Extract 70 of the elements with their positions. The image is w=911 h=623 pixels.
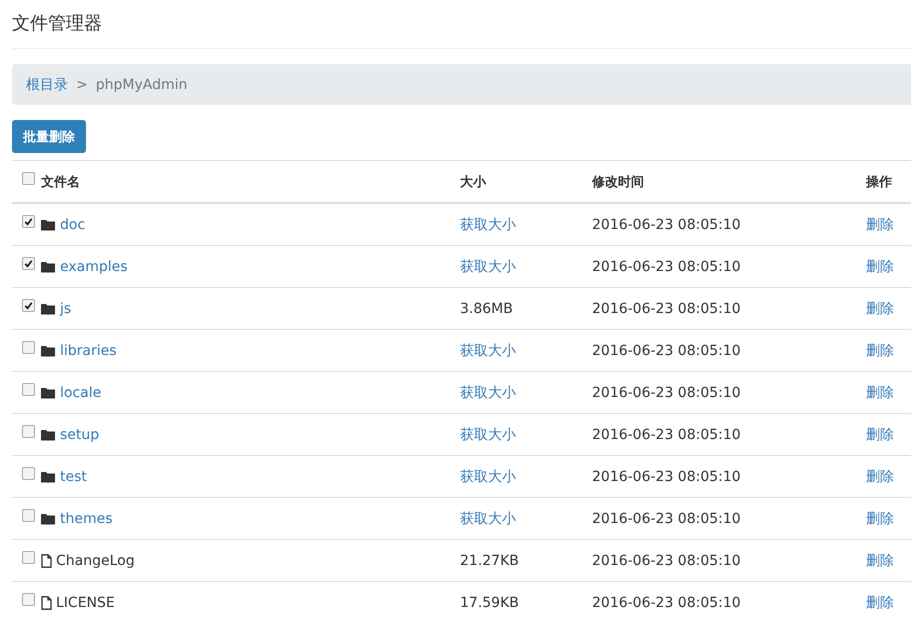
get-size-link[interactable]: 获取大小 xyxy=(460,258,516,274)
column-header: 大小 xyxy=(460,174,486,190)
folder-link[interactable]: examples xyxy=(60,258,128,274)
row-checkbox[interactable] xyxy=(22,551,35,564)
modified-time: 2016-06-23 08:05:10 xyxy=(592,510,741,526)
row-checkbox[interactable] xyxy=(22,383,35,396)
modified-time: 2016-06-23 08:05:10 xyxy=(592,300,741,316)
column-header: 修改时间 xyxy=(592,174,644,190)
delete-link[interactable]: 删除 xyxy=(866,258,894,274)
modified-time: 2016-06-23 08:05:10 xyxy=(592,594,741,610)
modified-time: 2016-06-23 08:05:10 xyxy=(592,384,741,400)
folder-link[interactable]: doc xyxy=(60,216,86,232)
breadcrumb-link[interactable]: 根目录 xyxy=(26,76,68,94)
folder-icon xyxy=(41,470,55,482)
column-header: 操作 xyxy=(866,174,892,190)
file-name: LICENSE xyxy=(56,594,115,610)
delete-link[interactable]: 删除 xyxy=(866,468,894,484)
file-icon xyxy=(41,554,52,568)
row-checkbox[interactable] xyxy=(22,425,35,438)
delete-link[interactable]: 删除 xyxy=(866,342,894,358)
folder-icon xyxy=(41,344,55,356)
breadcrumb-item: phpMyAdmin xyxy=(96,76,188,92)
folder-icon xyxy=(41,386,55,398)
file-icon xyxy=(41,596,52,610)
folder-link[interactable]: js xyxy=(60,300,72,316)
modified-time: 2016-06-23 08:05:10 xyxy=(592,468,741,484)
folder-link[interactable]: test xyxy=(60,468,87,484)
row-checkbox[interactable] xyxy=(22,509,35,522)
delete-link[interactable]: 删除 xyxy=(866,552,894,568)
get-size-link[interactable]: 获取大小 xyxy=(460,426,516,442)
bulk-delete-button[interactable]: 批量删除 xyxy=(12,120,86,153)
get-size-link[interactable]: 获取大小 xyxy=(460,216,516,232)
row-checkbox[interactable] xyxy=(22,467,35,480)
delete-link[interactable]: 删除 xyxy=(866,594,894,610)
row-checkbox[interactable] xyxy=(22,341,35,354)
delete-link[interactable]: 删除 xyxy=(866,510,894,526)
file-name: ChangeLog xyxy=(56,552,135,568)
folder-icon xyxy=(41,302,55,314)
delete-link[interactable]: 删除 xyxy=(866,384,894,400)
folder-icon xyxy=(41,218,55,230)
modified-time: 2016-06-23 08:05:10 xyxy=(592,216,741,232)
select-all-checkbox[interactable] xyxy=(22,172,35,185)
row-checkbox[interactable] xyxy=(22,299,35,312)
breadcrumb-item: > xyxy=(76,76,88,92)
folder-icon xyxy=(41,512,55,524)
delete-link[interactable]: 删除 xyxy=(866,426,894,442)
get-size-link[interactable]: 获取大小 xyxy=(460,342,516,358)
get-size-link[interactable]: 获取大小 xyxy=(460,468,516,484)
get-size-link[interactable]: 获取大小 xyxy=(460,510,516,526)
row-checkbox[interactable] xyxy=(22,215,35,228)
folder-link[interactable]: setup xyxy=(60,426,100,442)
folder-link[interactable]: locale xyxy=(60,384,102,400)
folder-icon xyxy=(41,260,55,272)
file-size: 21.27KB xyxy=(460,552,519,568)
delete-link[interactable]: 删除 xyxy=(866,216,894,232)
modified-time: 2016-06-23 08:05:10 xyxy=(592,258,741,274)
row-checkbox[interactable] xyxy=(22,257,35,270)
modified-time: 2016-06-23 08:05:10 xyxy=(592,552,741,568)
file-size: 17.59KB xyxy=(460,594,519,610)
modified-time: 2016-06-23 08:05:10 xyxy=(592,342,741,358)
delete-link[interactable]: 删除 xyxy=(866,300,894,316)
get-size-link[interactable]: 获取大小 xyxy=(460,384,516,400)
file-size: 3.86MB xyxy=(460,300,513,316)
row-checkbox[interactable] xyxy=(22,593,35,606)
folder-link[interactable]: themes xyxy=(60,510,113,526)
page-title: 文件管理器 xyxy=(12,0,911,49)
modified-time: 2016-06-23 08:05:10 xyxy=(592,426,741,442)
folder-icon xyxy=(41,428,55,440)
column-header: 文件名 xyxy=(41,174,80,190)
folder-link[interactable]: libraries xyxy=(60,342,117,358)
